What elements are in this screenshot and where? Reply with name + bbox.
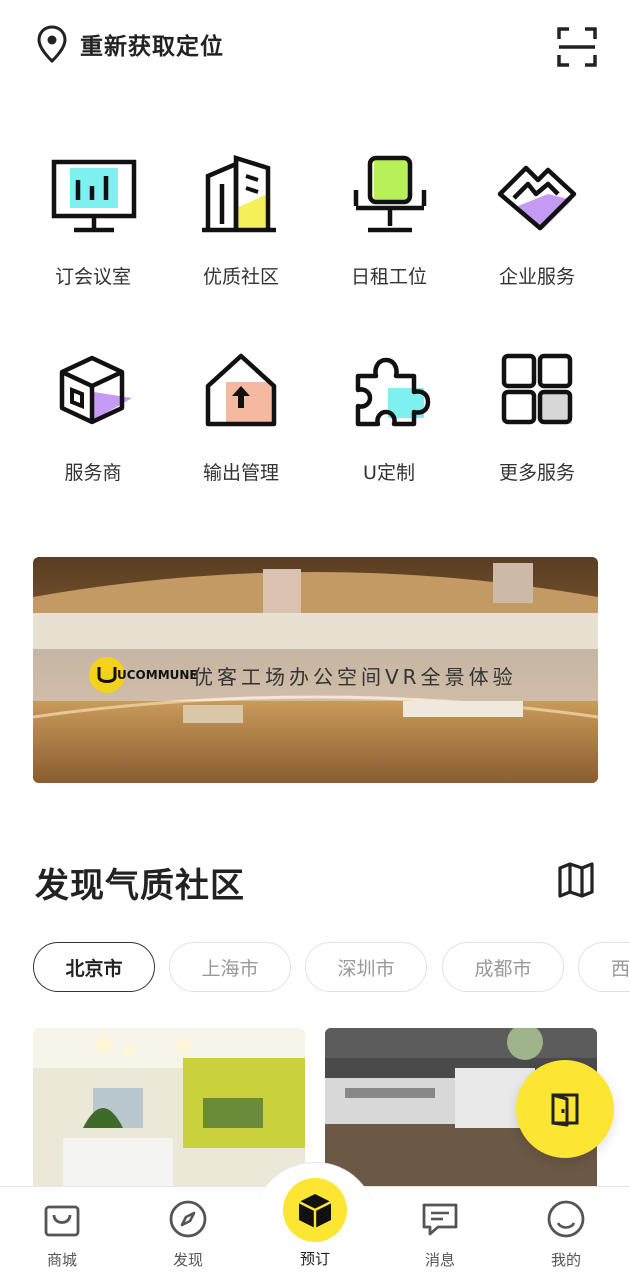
nav-item-profile[interactable]: 我的 [521,1199,611,1275]
city-tab-xi[interactable]: 西 [578,942,630,992]
map-icon[interactable] [556,860,596,900]
service-label: 服务商 [64,462,122,484]
nav-label: 消息 [424,1251,455,1269]
compass-icon [169,1200,207,1238]
door-icon [551,1093,579,1127]
service-label: 企业服务 [498,266,575,288]
service-daily-desk[interactable]: 日租工位 [315,150,463,310]
city-tab-chengdu[interactable]: 成都市 [442,942,564,992]
nav-item-messages[interactable]: 消息 [395,1199,485,1275]
banner-title: 优客工场办公空间VR全景体验 [193,665,517,689]
nav-item-book[interactable] [283,1178,347,1242]
relocate-label: 重新获取定位 [80,34,224,60]
puzzle-icon [355,357,431,427]
relocate-button[interactable]: 重新获取定位 [34,22,224,66]
service-label: 订会议室 [54,266,131,288]
shopping-bag-icon [44,1205,80,1237]
open-door-button[interactable] [516,1060,614,1158]
service-provider[interactable]: 服务商 [19,346,167,506]
section-title: 发现气质社区 [35,866,245,906]
more-services-grid-icon [501,353,573,425]
service-label: 输出管理 [202,462,279,484]
service-meeting-room[interactable]: 订会议室 [19,150,167,310]
service-more[interactable]: 更多服务 [463,346,611,506]
community-photo-image [33,1028,305,1198]
service-label: U定制 [363,462,415,484]
meeting-room-icon [51,159,137,233]
top-bar: 重新获取定位 [0,0,630,90]
office-chair-icon [353,155,427,233]
profile-icon [547,1200,585,1238]
location-pin-icon [37,25,67,64]
enterprise-service-icon [497,165,577,231]
nav-item-mall[interactable]: 商城 [17,1199,107,1275]
community-card[interactable] [33,1028,305,1198]
service-u-custom[interactable]: U定制 [315,346,463,506]
nav-label: 预订 [299,1250,330,1268]
service-community[interactable]: 优质社区 [167,150,315,310]
nav-item-discover[interactable]: 发现 [143,1199,233,1275]
service-label: 优质社区 [202,266,279,288]
service-provider-box-icon [59,355,132,425]
banner-logo-text: UCOMMUNE [117,668,198,682]
cube-icon [298,1194,332,1228]
output-management-house-icon [205,353,277,427]
city-tab-shanghai[interactable]: 上海市 [169,942,291,992]
city-tab-beijing[interactable]: 北京市 [33,942,155,992]
service-output-management[interactable]: 输出管理 [167,346,315,506]
nav-label: 发现 [172,1251,203,1269]
city-tabs: 北京市 上海市 深圳市 成都市 西 [0,942,630,992]
service-enterprise[interactable]: 企业服务 [463,150,611,310]
scan-icon[interactable] [556,26,598,68]
service-label: 更多服务 [498,462,575,484]
building-icon [202,154,276,233]
message-icon [422,1203,458,1236]
nav-label: 我的 [550,1251,581,1269]
nav-label: 商城 [46,1251,77,1269]
vr-banner[interactable]: UCOMMUNE 优客工场办公空间VR全景体验 [33,557,598,783]
city-tab-shenzhen[interactable]: 深圳市 [305,942,427,992]
service-label: 日租工位 [350,266,427,288]
